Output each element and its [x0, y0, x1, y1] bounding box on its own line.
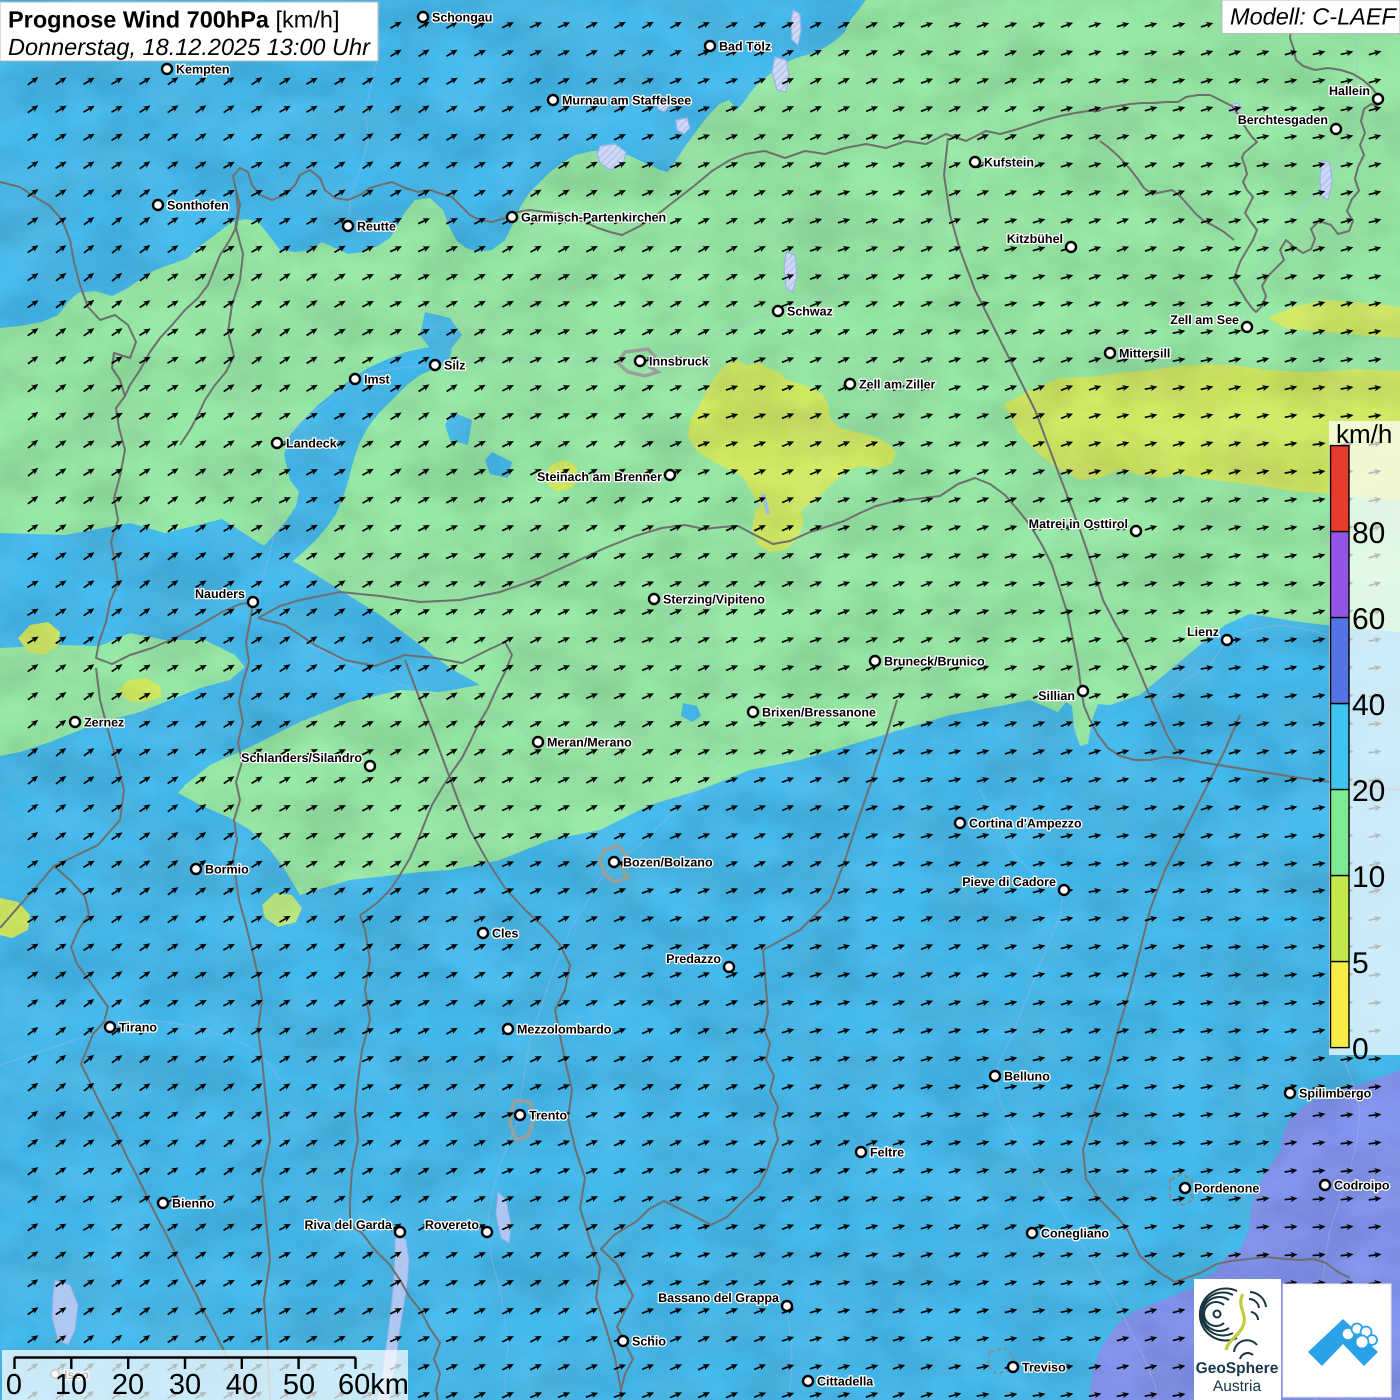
svg-text:Mezzolombardo: Mezzolombardo — [517, 1023, 612, 1037]
svg-text:Codroipo: Codroipo — [1334, 1179, 1390, 1193]
svg-text:Sterzing/Vipiteno: Sterzing/Vipiteno — [663, 593, 765, 607]
svg-text:Cittadella: Cittadella — [817, 1375, 874, 1389]
svg-text:Cortina d'Ampezzo: Cortina d'Ampezzo — [969, 817, 1082, 831]
svg-text:Spilimbergo: Spilimbergo — [1299, 1087, 1372, 1101]
svg-text:Bad Tölz: Bad Tölz — [719, 40, 771, 54]
svg-text:Lienz: Lienz — [1187, 625, 1219, 639]
svg-text:Mittersill: Mittersill — [1119, 347, 1170, 361]
svg-text:Bozen/Bolzano: Bozen/Bolzano — [623, 856, 713, 870]
svg-text:Silz: Silz — [444, 359, 466, 373]
svg-text:Predazzo: Predazzo — [666, 952, 721, 966]
svg-text:Bienno: Bienno — [172, 1197, 215, 1211]
svg-text:Kufstein: Kufstein — [984, 156, 1034, 170]
svg-text:Bruneck/Brunico: Bruneck/Brunico — [884, 655, 985, 669]
svg-text:80: 80 — [1352, 517, 1385, 550]
svg-text:Feltre: Feltre — [870, 1146, 904, 1160]
svg-text:0: 0 — [1352, 1033, 1369, 1066]
svg-text:km/h: km/h — [1336, 419, 1392, 449]
svg-text:Bormio: Bormio — [205, 863, 249, 877]
svg-text:Schio: Schio — [632, 1335, 666, 1349]
svg-text:20: 20 — [1352, 775, 1385, 808]
svg-text:Zell am See: Zell am See — [1170, 313, 1239, 327]
svg-text:Kempten: Kempten — [176, 63, 229, 77]
svg-text:Riva del Garda: Riva del Garda — [304, 1218, 393, 1232]
svg-text:Murnau am Staffelsee: Murnau am Staffelsee — [562, 94, 691, 108]
svg-text:Sonthofen: Sonthofen — [167, 199, 229, 213]
svg-text:Nauders: Nauders — [195, 587, 245, 601]
svg-text:5: 5 — [1352, 947, 1369, 980]
svg-text:Prognose Wind 700hPa [km/h]: Prognose Wind 700hPa [km/h] — [8, 7, 339, 33]
svg-text:50: 50 — [283, 1369, 315, 1400]
svg-text:60: 60 — [1352, 603, 1385, 636]
svg-text:Schwaz: Schwaz — [787, 305, 833, 319]
svg-text:Brixen/Bressanone: Brixen/Bressanone — [762, 706, 876, 720]
svg-text:Zell am Ziller: Zell am Ziller — [859, 378, 936, 392]
svg-text:Garmisch-Partenkirchen: Garmisch-Partenkirchen — [521, 211, 666, 225]
svg-text:20: 20 — [112, 1369, 144, 1400]
svg-text:Rovereto: Rovereto — [425, 1218, 480, 1232]
svg-text:Schlanders/Silandro: Schlanders/Silandro — [241, 751, 362, 765]
svg-text:30: 30 — [169, 1369, 201, 1400]
svg-text:Pordenone: Pordenone — [1194, 1182, 1259, 1196]
svg-text:Bassano del Grappa: Bassano del Grappa — [658, 1291, 780, 1305]
svg-text:10: 10 — [55, 1369, 87, 1400]
svg-text:Treviso: Treviso — [1022, 1361, 1066, 1375]
svg-text:40: 40 — [1352, 689, 1385, 722]
svg-text:Donnerstag, 18.12.2025 13:00 U: Donnerstag, 18.12.2025 13:00 Uhr — [8, 34, 371, 60]
svg-text:Meran/Merano: Meran/Merano — [547, 736, 632, 750]
svg-text:Cles: Cles — [492, 927, 518, 941]
svg-text:Kitzbühel: Kitzbühel — [1007, 232, 1063, 246]
svg-text:Modell: C-LAEF: Modell: C-LAEF — [1230, 4, 1397, 30]
svg-text:10: 10 — [1352, 861, 1385, 894]
svg-text:Steinach am Brenner: Steinach am Brenner — [537, 470, 662, 484]
svg-text:60km: 60km — [338, 1369, 409, 1400]
svg-text:GeoSphere: GeoSphere — [1196, 1360, 1279, 1377]
svg-text:Tirano: Tirano — [119, 1021, 157, 1035]
svg-text:Schongau: Schongau — [432, 11, 492, 25]
svg-text:Berchtesgaden: Berchtesgaden — [1238, 113, 1328, 127]
svg-text:Zernez: Zernez — [84, 716, 124, 730]
svg-text:Matrei in Osttirol: Matrei in Osttirol — [1029, 517, 1128, 531]
svg-text:0: 0 — [6, 1369, 22, 1400]
svg-text:40: 40 — [226, 1369, 258, 1400]
svg-text:Reutte: Reutte — [357, 220, 396, 234]
svg-text:Conegliano: Conegliano — [1041, 1227, 1109, 1241]
svg-text:Landeck: Landeck — [286, 437, 337, 451]
svg-text:Austria: Austria — [1213, 1378, 1262, 1395]
svg-text:Hallein: Hallein — [1329, 84, 1370, 98]
svg-text:Pieve di Cadore: Pieve di Cadore — [962, 875, 1056, 889]
svg-text:Trento: Trento — [529, 1109, 568, 1123]
svg-text:Sillian: Sillian — [1038, 689, 1075, 703]
svg-text:Imst: Imst — [364, 373, 391, 387]
svg-text:Belluno: Belluno — [1004, 1070, 1050, 1084]
svg-text:Innsbruck: Innsbruck — [649, 355, 709, 369]
